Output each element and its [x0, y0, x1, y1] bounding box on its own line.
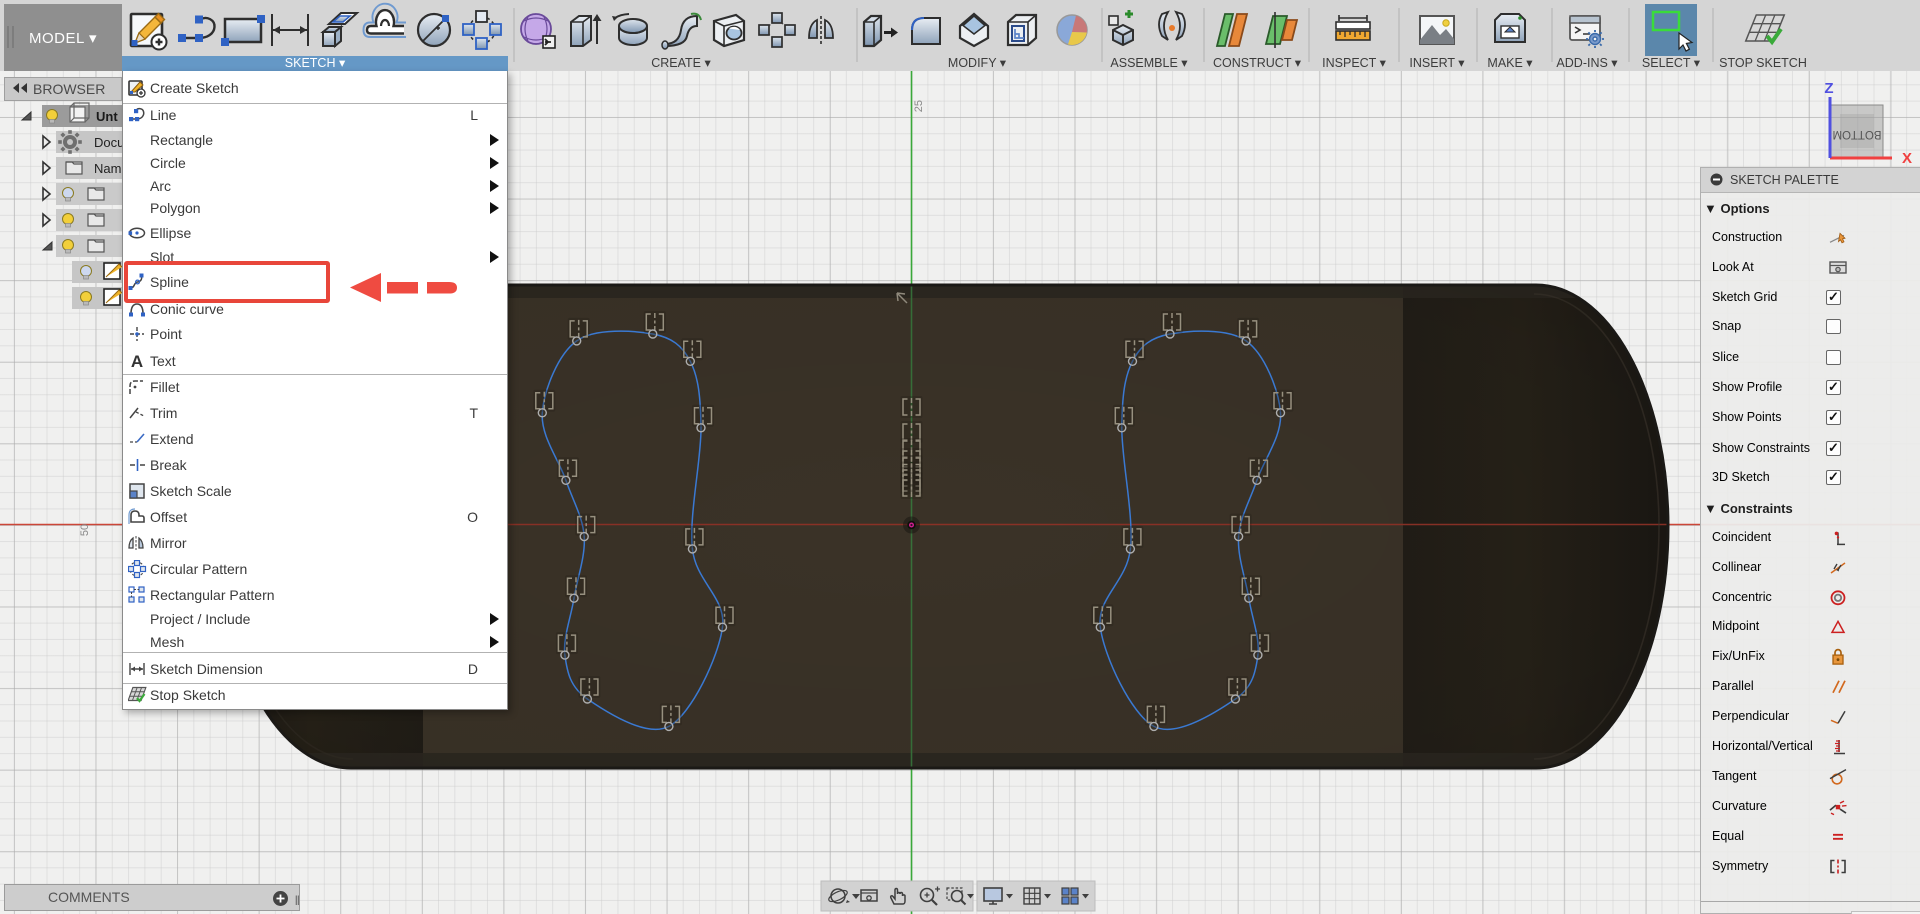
- svg-text:A: A: [131, 352, 143, 371]
- svg-text:BOTTOM: BOTTOM: [1833, 128, 1882, 140]
- svg-text:Nam: Nam: [94, 161, 121, 176]
- svg-text:X: X: [1902, 150, 1912, 167]
- svg-text:Docu: Docu: [94, 135, 122, 150]
- svg-text:Z: Z: [1824, 80, 1833, 97]
- svg-text:Unt: Unt: [96, 109, 118, 124]
- svg-text:50: 50: [79, 524, 91, 536]
- svg-text:25: 25: [913, 100, 925, 112]
